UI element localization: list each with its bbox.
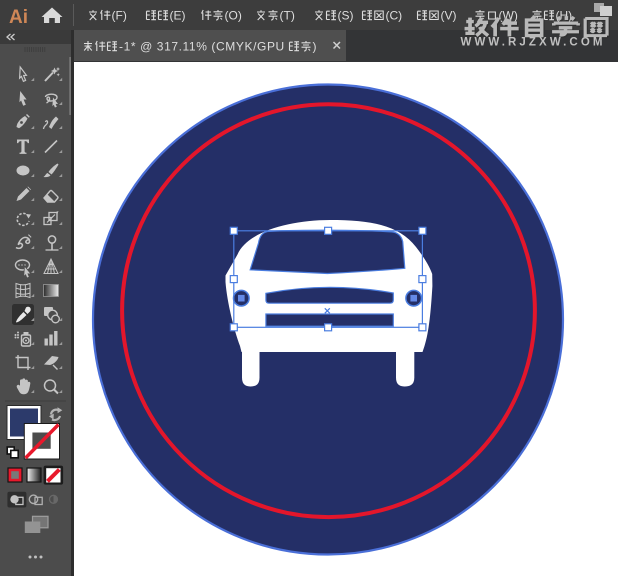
svg-text:(O): (O) xyxy=(225,8,242,22)
svg-text:-1* @ 317.11% (CMYK/GPU: -1* @ 317.11% (CMYK/GPU xyxy=(119,40,285,54)
svg-text:(T): (T) xyxy=(280,8,295,22)
svg-text:(F): (F) xyxy=(112,8,127,22)
svg-text:(E): (E) xyxy=(170,8,186,22)
svg-text:(S): (S) xyxy=(338,8,354,22)
svg-text:WWW.RJZXW.COM: WWW.RJZXW.COM xyxy=(461,37,606,49)
svg-text:): ) xyxy=(313,40,317,54)
svg-text:(C): (C) xyxy=(386,8,403,22)
svg-text:Ai: Ai xyxy=(9,7,28,28)
